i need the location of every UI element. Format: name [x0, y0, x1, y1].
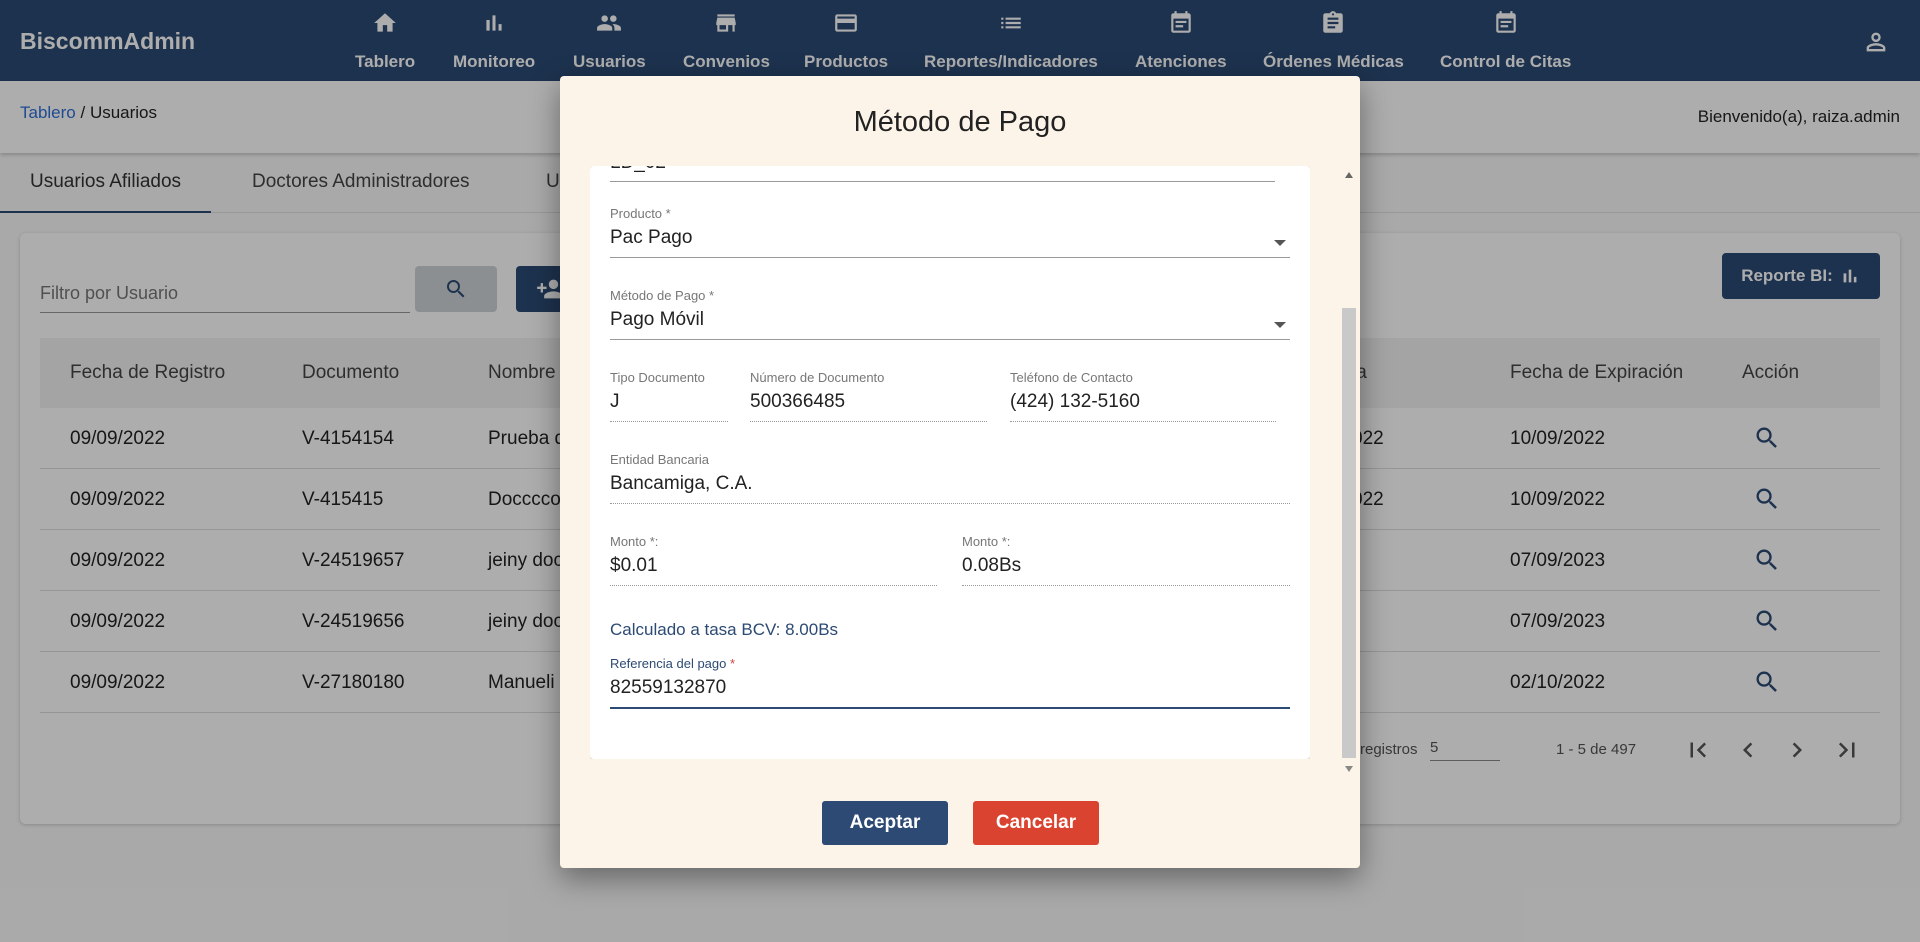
numero-documento-field[interactable]: Número de Documento 500366485 [750, 370, 987, 422]
monto-bs-value: 0.08Bs [962, 555, 1022, 576]
monto-bs-field[interactable]: Monto *: 0.08Bs [962, 534, 1290, 586]
dialog-title: Método de Pago [853, 106, 1067, 138]
dropdown-arrow-icon [1274, 322, 1286, 328]
entidad-bancaria-field[interactable]: Entidad Bancaria Bancamiga, C.A. [610, 452, 1290, 504]
numero-documento-label: Número de Documento [750, 370, 885, 385]
entidad-bancaria-label: Entidad Bancaria [610, 452, 710, 467]
monto-usd-label: Monto *: [610, 534, 659, 549]
scroll-up-icon[interactable] [1345, 172, 1353, 178]
telefono-value: (424) 132-5160 [1010, 391, 1140, 412]
telefono-field[interactable]: Teléfono de Contacto (424) 132-5160 [1010, 370, 1276, 422]
dropdown-arrow-icon [1274, 240, 1286, 246]
cancel-button[interactable]: Cancelar [973, 801, 1099, 845]
metodo-pago-value: Pago Móvil [610, 309, 704, 330]
referencia-pago-label: Referencia del pago * [610, 656, 1290, 671]
producto-label: Producto * [610, 206, 671, 221]
referencia-label-text: Referencia del pago [610, 656, 727, 671]
scroll-thumb[interactable] [1342, 308, 1356, 758]
tipo-documento-value: J [610, 391, 620, 412]
tipo-documento-label: Tipo Documento [610, 370, 705, 385]
referencia-pago-field[interactable]: Referencia del pago * 82559132870 [610, 656, 1290, 709]
monto-usd-value: $0.01 [610, 555, 658, 576]
telefono-label: Teléfono de Contacto [1010, 370, 1133, 385]
payment-form: LD_02 Producto * Pac Pago Método de Pago… [590, 166, 1310, 759]
numero-documento-value: 500366485 [750, 391, 846, 412]
tasa-bcv-hint: Calculado a tasa BCV: 8.00Bs [610, 620, 839, 639]
tipo-documento-field[interactable]: Tipo Documento J [610, 370, 728, 422]
referencia-pago-value: 82559132870 [610, 677, 727, 698]
entidad-bancaria-value: Bancamiga, C.A. [610, 473, 753, 494]
scroll-down-icon[interactable] [1345, 766, 1353, 772]
partial-field-value: LD_02 [610, 166, 1275, 182]
dialog-scrollbar[interactable] [1342, 166, 1356, 776]
producto-select[interactable]: Producto * Pac Pago [610, 206, 1290, 258]
payment-method-dialog: Método de Pago LD_02 Producto * Pac Pago… [560, 76, 1360, 868]
accept-button[interactable]: Aceptar [822, 801, 948, 845]
producto-value: Pac Pago [610, 227, 693, 248]
metodo-pago-select[interactable]: Método de Pago * Pago Móvil [610, 288, 1290, 340]
partial-field[interactable]: LD_02 [610, 166, 1275, 182]
monto-bs-label: Monto *: [962, 534, 1011, 549]
metodo-pago-label: Método de Pago * [610, 288, 715, 303]
dialog-body: LD_02 Producto * Pac Pago Método de Pago… [590, 166, 1310, 759]
required-mark: * [729, 656, 736, 671]
monto-usd-field[interactable]: Monto *: $0.01 [610, 534, 937, 586]
